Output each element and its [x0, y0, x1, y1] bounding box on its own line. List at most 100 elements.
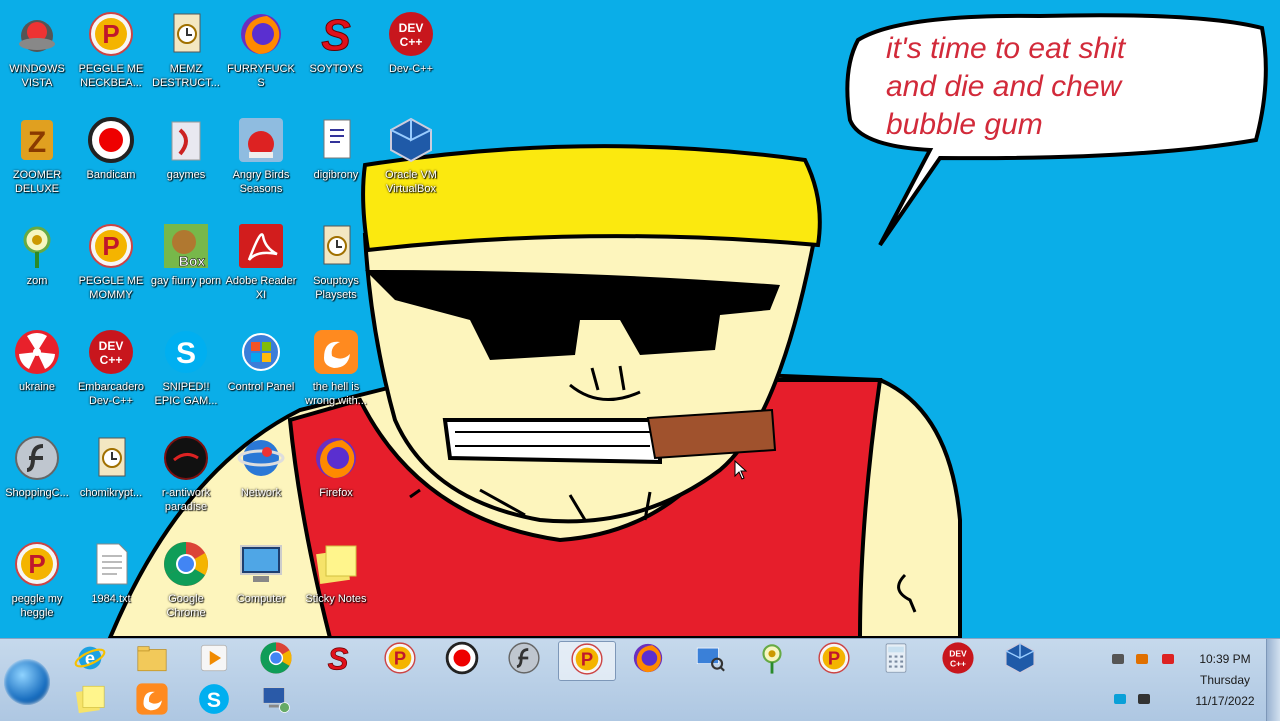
vista-app-icon	[13, 10, 61, 58]
taskbar-button[interactable]	[186, 641, 242, 679]
desktop-icon[interactable]: 1984.txt	[74, 534, 148, 638]
taskbar-button[interactable]: S	[310, 640, 366, 680]
desktop-icon[interactable]: DEV C++ Embarcadero Dev-C++	[74, 322, 148, 426]
clock-day: Thursday	[1199, 673, 1251, 687]
desktop-icon[interactable]: the hell is wrong with...	[299, 322, 373, 426]
desktop-icon[interactable]: S SOYTOYS	[299, 4, 373, 108]
taskbar-button[interactable]	[868, 641, 924, 679]
desktop-icon[interactable]: S SNIPED!! EPIC GAM...	[149, 322, 223, 426]
taskbar-button[interactable]	[496, 641, 552, 679]
desktop-icon[interactable]: Network	[224, 428, 298, 532]
clock-date: 11/17/2022	[1195, 694, 1255, 708]
taskbar-button[interactable]: S	[186, 682, 242, 720]
taskbar-button[interactable]: DEV C++	[930, 641, 986, 679]
desktop-icon[interactable]: P PEGGLE ME NECKBEA...	[74, 4, 148, 108]
tray-network-icon[interactable]	[1110, 651, 1126, 667]
svg-text:Z: Z	[28, 126, 46, 159]
desktop-icon[interactable]: Box gay fiurry porn	[149, 216, 223, 320]
desktop-icon-label: SOYTOYS	[309, 63, 363, 75]
clock[interactable]: 10:39 PM Thursday 11/17/2022	[1188, 649, 1262, 712]
document-clock-icon	[312, 222, 360, 270]
taskbar-button[interactable]	[124, 682, 180, 720]
desktop-icon[interactable]: Souptoys Playsets	[299, 216, 373, 320]
taskbar-button[interactable]: P	[806, 641, 862, 679]
desktop-icon-label: PEGGLE ME NECKBEA...	[78, 63, 144, 89]
desktop-icon[interactable]: Angry Birds Seasons	[224, 110, 298, 214]
desktop-icon[interactable]: Control Panel	[224, 322, 298, 426]
peggle-icon: P	[383, 641, 417, 680]
desktop-icon-label: PEGGLE ME MOMMY	[78, 275, 144, 301]
control-panel-icon	[237, 328, 285, 376]
angry-birds-icon	[237, 116, 285, 164]
svg-text:S: S	[321, 11, 350, 58]
skype-icon: S	[162, 328, 210, 376]
desktop-icon[interactable]: gaymes	[149, 110, 223, 214]
desktop-icon[interactable]: MEMZ DESTRUCT...	[149, 4, 223, 108]
desktop-icon-label: ZOOMER DELUXE	[12, 169, 62, 195]
desktop-icon-label: gaymes	[166, 169, 206, 181]
desktop-icon[interactable]: Sticky Notes	[299, 534, 373, 638]
taskbar-button[interactable]	[992, 641, 1048, 679]
desktop-icon[interactable]: Bandicam	[74, 110, 148, 214]
taskbar-button[interactable]: e	[62, 641, 118, 679]
desktop-icon[interactable]: Oracle VM VirtualBox	[374, 110, 448, 214]
peggle-icon: P	[87, 10, 135, 58]
devcpp-icon: DEV C++	[941, 641, 975, 680]
taskbar-button[interactable]	[124, 641, 180, 679]
clock-time: 10:39 PM	[1199, 652, 1251, 666]
peggle-icon: P	[13, 540, 61, 588]
taskbar-button[interactable]	[682, 641, 738, 679]
taskbar-button[interactable]	[434, 641, 490, 679]
mouse-cursor-icon	[734, 459, 748, 480]
tray-search-icon[interactable]	[1134, 651, 1150, 667]
desktop-icon[interactable]: digibrony	[299, 110, 373, 214]
desktop-icon[interactable]: Computer	[224, 534, 298, 638]
peggle-icon: P	[570, 642, 604, 681]
tray-display-icon[interactable]	[1112, 691, 1128, 707]
desktop-icon[interactable]: FURRYFUCKS	[224, 4, 298, 108]
desktop-icon[interactable]: WINDOWS VISTA	[0, 4, 74, 108]
desktop-icon[interactable]: Google Chrome	[149, 534, 223, 638]
desktop-icon[interactable]: ShoppingC...	[0, 428, 74, 532]
svg-text:P: P	[581, 648, 593, 669]
radiation-icon	[13, 328, 61, 376]
firefox-icon	[312, 434, 360, 482]
soytoys-s-icon: S	[321, 640, 355, 680]
desktop-icon[interactable]: Adobe Reader XI	[224, 216, 298, 320]
desktop-icon[interactable]: Z ZOOMER DELUXE	[0, 110, 74, 214]
desktop-icon[interactable]: Firefox	[299, 428, 373, 532]
network-computer-icon	[259, 682, 293, 721]
desktop-icon-label: Control Panel	[227, 381, 295, 393]
desktop-icon-label: 1984.txt	[91, 593, 131, 605]
taskbar: e S P P P DEV C++ S 10:39 PM Thursday 11/17/202…	[0, 638, 1280, 721]
desktop-icon[interactable]: r-antiwork paradise	[149, 428, 223, 532]
start-button[interactable]	[4, 659, 50, 705]
tray-flag-icon[interactable]	[1160, 651, 1176, 667]
desktop-icon[interactable]: chomikrypt...	[74, 428, 148, 532]
taskbar-button[interactable]	[744, 641, 800, 679]
svg-text:P: P	[102, 231, 119, 261]
show-desktop-button[interactable]	[1266, 639, 1280, 721]
chrome-icon	[162, 540, 210, 588]
desktop-icon[interactable]: zom	[0, 216, 74, 320]
desktop-icon[interactable]: P PEGGLE ME MOMMY	[74, 216, 148, 320]
taskbar-button[interactable]: P	[372, 641, 428, 679]
taskbar-button[interactable]: P	[558, 641, 616, 681]
svg-text:P: P	[828, 647, 840, 668]
desktop-icon[interactable]: DEV C++ Dev-C++	[374, 4, 448, 108]
tray-volume-icon[interactable]	[1136, 691, 1152, 707]
desktop-icon-label: Angry Birds Seasons	[232, 169, 290, 195]
document-icon	[312, 116, 360, 164]
sticky-notes-icon	[312, 540, 360, 588]
flash-icon	[13, 434, 61, 482]
taskbar-button[interactable]	[62, 682, 118, 720]
chrome-icon	[259, 641, 293, 680]
taskbar-button[interactable]	[248, 682, 304, 720]
desktop-icon-label: Souptoys Playsets	[313, 275, 359, 301]
desktop-icon-label: zom	[26, 275, 48, 287]
taskbar-button[interactable]	[620, 641, 676, 679]
desktop-icon[interactable]: Ppeggle my heggle	[0, 534, 74, 638]
desktop-icon[interactable]: ukraine	[0, 322, 74, 426]
desktop-icon-label: SNIPED!! EPIC GAM...	[154, 381, 218, 407]
taskbar-button[interactable]	[248, 641, 304, 679]
